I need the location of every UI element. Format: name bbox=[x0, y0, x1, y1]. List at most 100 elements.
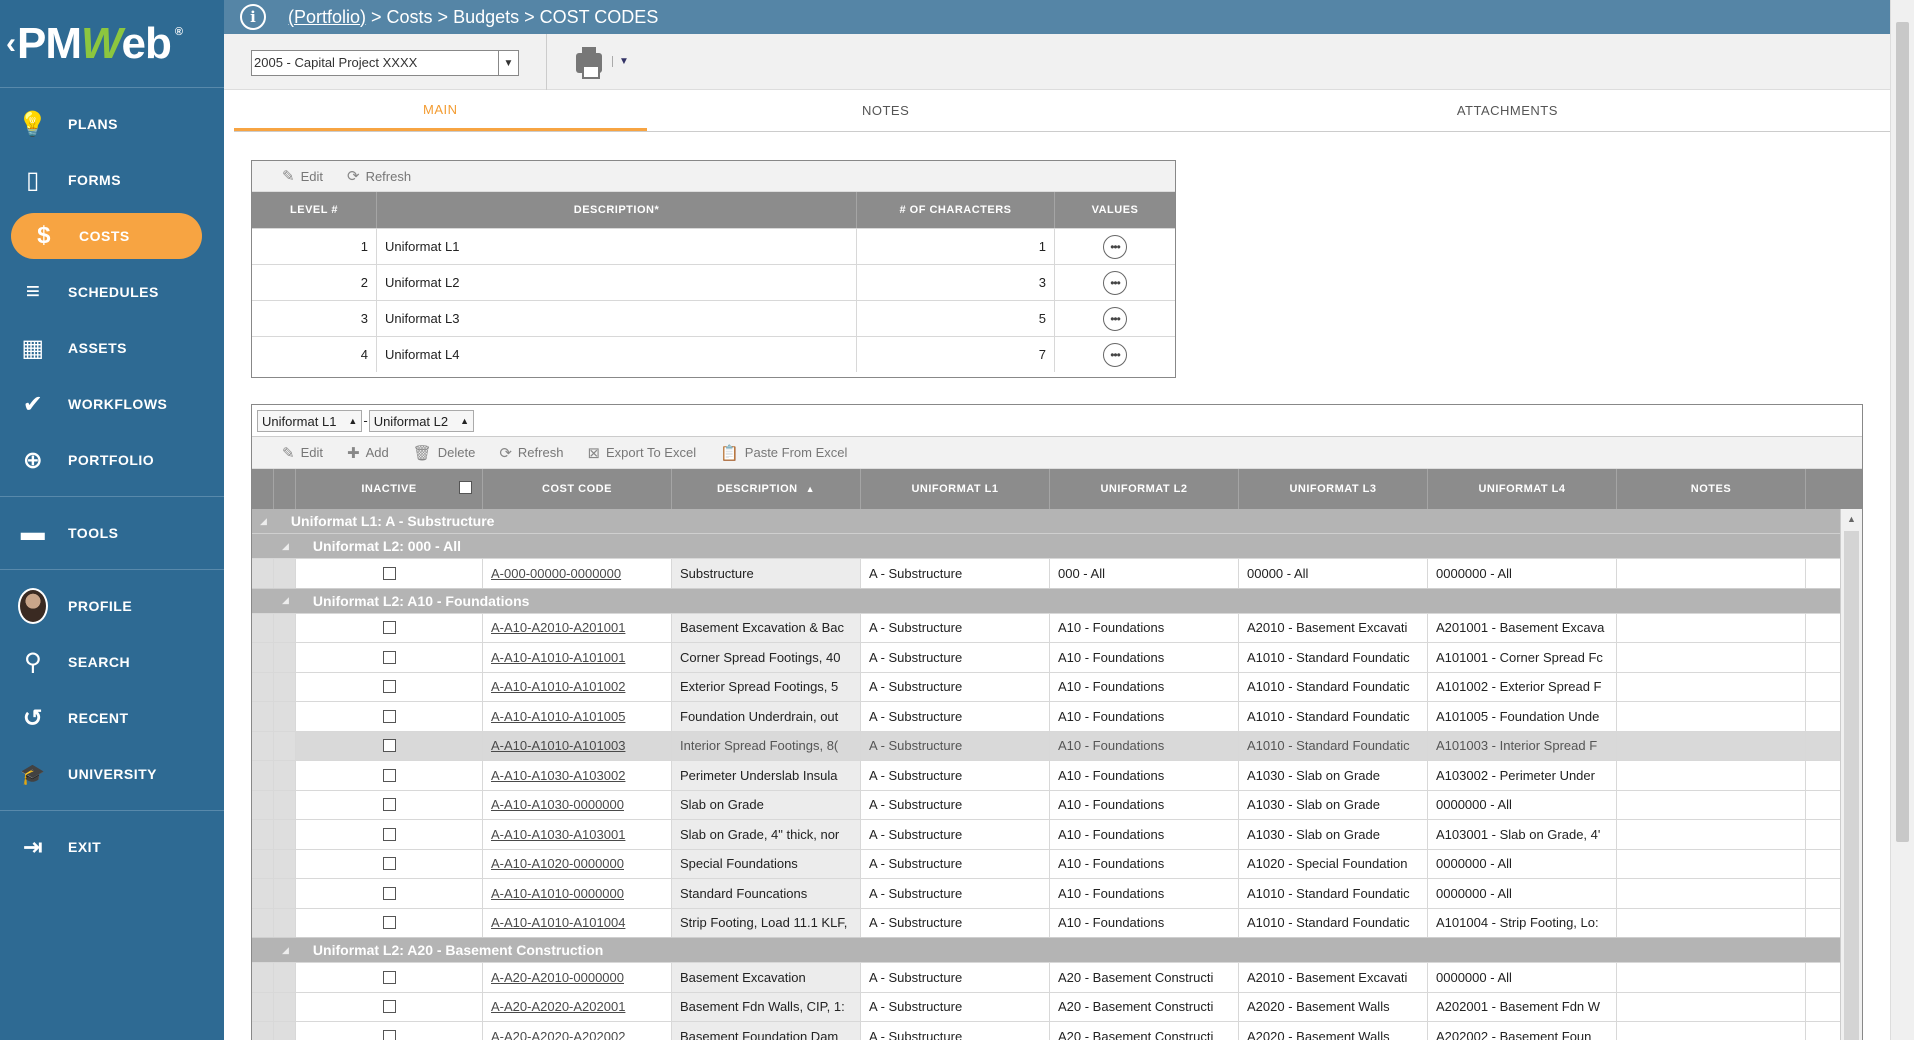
uniformat-l1-cell[interactable]: A - Substructure bbox=[861, 613, 1050, 642]
uniformat-l2-cell[interactable]: A20 - Basement Constructi bbox=[1050, 963, 1239, 992]
sidebar-item-forms[interactable]: ▯ FORMS bbox=[0, 152, 224, 208]
uniformat-l1-cell[interactable]: A - Substructure bbox=[861, 672, 1050, 701]
uniformat-l1-cell[interactable]: A - Substructure bbox=[861, 702, 1050, 731]
uniformat-l4-cell[interactable]: 0000000 - All bbox=[1428, 559, 1617, 588]
print-menu-caret-icon[interactable]: ▼ bbox=[612, 56, 629, 67]
inactive-checkbox[interactable] bbox=[382, 916, 396, 930]
uniformat-l3-cell[interactable]: A1030 - Slab on Grade bbox=[1239, 820, 1428, 849]
uniformat-l3-cell[interactable]: A2020 - Basement Walls bbox=[1239, 1022, 1428, 1040]
level-row[interactable]: 1 Uniformat L1 1 ••• bbox=[252, 228, 1175, 264]
uniformat-l2-cell[interactable]: 000 - All bbox=[1050, 559, 1239, 588]
inactive-checkbox[interactable] bbox=[382, 566, 396, 580]
uniformat-l4-cell[interactable]: A201001 - Basement Excava bbox=[1428, 613, 1617, 642]
notes-cell[interactable] bbox=[1617, 559, 1806, 588]
tab-attachments[interactable]: ATTACHMENTS bbox=[1125, 90, 1890, 131]
col-cost-code[interactable]: COST CODE bbox=[483, 469, 672, 509]
notes-cell[interactable] bbox=[1617, 820, 1806, 849]
description-cell[interactable]: Perimeter Underslab Insula bbox=[672, 761, 861, 790]
uniformat-l1-cell[interactable]: A - Substructure bbox=[861, 992, 1050, 1021]
uniformat-l1-cell[interactable]: A - Substructure bbox=[861, 849, 1050, 878]
notes-cell[interactable] bbox=[1617, 992, 1806, 1021]
notes-cell[interactable] bbox=[1617, 908, 1806, 937]
sidebar-item-schedules[interactable]: ≡ SCHEDULES bbox=[0, 264, 224, 320]
level-characters[interactable]: 7 bbox=[857, 337, 1055, 372]
inactive-checkbox[interactable] bbox=[382, 739, 396, 753]
sidebar-item-recent[interactable]: ↺ RECENT bbox=[0, 690, 224, 746]
description-cell[interactable]: Foundation Underdrain, out bbox=[672, 702, 861, 731]
sidebar-item-costs[interactable]: $ COSTS bbox=[11, 213, 202, 259]
uniformat-l4-cell[interactable]: A202002 - Basement Foun bbox=[1428, 1022, 1617, 1040]
cost-code-link[interactable]: A-A10-A1030-0000000 bbox=[491, 797, 624, 812]
inactive-checkbox[interactable] bbox=[382, 621, 396, 635]
uniformat-l4-cell[interactable]: A101005 - Foundation Unde bbox=[1428, 702, 1617, 731]
inactive-checkbox[interactable] bbox=[382, 1029, 396, 1040]
level-description[interactable]: Uniformat L1 bbox=[377, 229, 857, 264]
tab-notes[interactable]: NOTES bbox=[647, 90, 1125, 131]
uniformat-l3-cell[interactable]: A1020 - Special Foundation bbox=[1239, 849, 1428, 878]
uniformat-l4-cell[interactable]: A101001 - Corner Spread Fc bbox=[1428, 643, 1617, 672]
uniformat-l3-cell[interactable]: A1030 - Slab on Grade bbox=[1239, 790, 1428, 819]
level-description[interactable]: Uniformat L4 bbox=[377, 337, 857, 372]
description-cell[interactable]: Basement Foundation Dam bbox=[672, 1022, 861, 1040]
table-row[interactable]: A-A20-A2020-A202001 Basement Fdn Walls, C… bbox=[252, 991, 1840, 1021]
page-scrollbar[interactable] bbox=[1890, 0, 1914, 1040]
inactive-checkbox[interactable] bbox=[382, 768, 396, 782]
table-row[interactable]: A-A10-A1020-0000000 Special Foundations A … bbox=[252, 848, 1840, 878]
cost-code-link[interactable]: A-000-00000-0000000 bbox=[491, 566, 621, 581]
uniformat-l3-cell[interactable]: A2020 - Basement Walls bbox=[1239, 992, 1428, 1021]
table-row[interactable]: A-000-00000-0000000 Substructure A - Subst… bbox=[252, 558, 1840, 588]
scroll-up-icon[interactable]: ▲ bbox=[1841, 509, 1862, 529]
description-cell[interactable]: Special Foundations bbox=[672, 849, 861, 878]
cost-code-link[interactable]: A-A10-A1010-A101003 bbox=[491, 738, 625, 753]
notes-cell[interactable] bbox=[1617, 613, 1806, 642]
delete-button[interactable]: 🗑 Delete bbox=[413, 444, 476, 462]
table-row[interactable]: A-A20-A2010-0000000 Basement Excavation A … bbox=[252, 962, 1840, 992]
description-cell[interactable]: Exterior Spread Footings, 5 bbox=[672, 672, 861, 701]
dropdown-arrow-icon[interactable]: ▼ bbox=[498, 51, 518, 75]
uniformat-l1-cell[interactable]: A - Substructure bbox=[861, 790, 1050, 819]
col-description[interactable]: DESCRIPTION ▲ bbox=[672, 469, 861, 509]
cost-code-link[interactable]: A-A10-A1010-0000000 bbox=[491, 886, 624, 901]
notes-cell[interactable] bbox=[1617, 731, 1806, 760]
table-row[interactable]: A-A20-A2020-A202002 Basement Foundation D… bbox=[252, 1021, 1840, 1040]
uniformat-l4-cell[interactable]: 0000000 - All bbox=[1428, 790, 1617, 819]
collapse-icon[interactable]: ◢ bbox=[282, 945, 289, 956]
description-cell[interactable]: Substructure bbox=[672, 559, 861, 588]
export-excel-button[interactable]: ⊠ Export To Excel bbox=[587, 444, 696, 462]
table-row[interactable]: A-A10-A1010-A101005 Foundation Underdrain… bbox=[252, 701, 1840, 731]
description-cell[interactable]: Slab on Grade, 4" thick, nor bbox=[672, 820, 861, 849]
sidebar-item-search[interactable]: ⚲ SEARCH bbox=[0, 634, 224, 690]
inactive-checkbox[interactable] bbox=[382, 798, 396, 812]
collapse-icon[interactable]: ◢ bbox=[282, 541, 289, 552]
grid-scrollbar[interactable]: ▲ bbox=[1840, 509, 1862, 1040]
cost-code-link[interactable]: A-A10-A1030-A103002 bbox=[491, 768, 625, 783]
col-values[interactable]: VALUES bbox=[1055, 192, 1175, 228]
project-select[interactable]: 2005 - Capital Project XXXX ▼ bbox=[251, 50, 519, 76]
uniformat-l2-cell[interactable]: A10 - Foundations bbox=[1050, 731, 1239, 760]
uniformat-l1-cell[interactable]: A - Substructure bbox=[861, 559, 1050, 588]
level-row[interactable]: 4 Uniformat L4 7 ••• bbox=[252, 336, 1175, 372]
table-row[interactable]: A-A10-A1030-A103002 Perimeter Underslab I… bbox=[252, 760, 1840, 790]
table-row[interactable]: A-A10-A1030-A103001 Slab on Grade, 4" thi… bbox=[252, 819, 1840, 849]
uniformat-l4-cell[interactable]: A101003 - Interior Spread F bbox=[1428, 731, 1617, 760]
uniformat-l3-cell[interactable]: A2010 - Basement Excavati bbox=[1239, 963, 1428, 992]
sidebar-item-profile[interactable]: PROFILE bbox=[0, 578, 224, 634]
more-options-icon[interactable]: ••• bbox=[1103, 306, 1127, 331]
group-header-l2[interactable]: ◢ Uniformat L2: A20 - Basement Constructi… bbox=[252, 937, 1840, 962]
uniformat-l1-cell[interactable]: A - Substructure bbox=[861, 731, 1050, 760]
uniformat-l1-cell[interactable]: A - Substructure bbox=[861, 820, 1050, 849]
uniformat-l3-cell[interactable]: A1010 - Standard Foundatic bbox=[1239, 672, 1428, 701]
inactive-checkbox[interactable] bbox=[382, 650, 396, 664]
cost-code-link[interactable]: A-A10-A1030-A103001 bbox=[491, 827, 625, 842]
cost-code-link[interactable]: A-A10-A1010-A101001 bbox=[491, 650, 625, 665]
uniformat-l2-cell[interactable]: A20 - Basement Constructi bbox=[1050, 1022, 1239, 1040]
description-cell[interactable]: Standard Founcations bbox=[672, 879, 861, 908]
edit-button[interactable]: ✎ Edit bbox=[282, 444, 323, 462]
description-cell[interactable]: Interior Spread Footings, 8( bbox=[672, 731, 861, 760]
uniformat-l2-cell[interactable]: A10 - Foundations bbox=[1050, 790, 1239, 819]
uniformat-l2-cell[interactable]: A10 - Foundations bbox=[1050, 879, 1239, 908]
level-description[interactable]: Uniformat L3 bbox=[377, 301, 857, 336]
scrollbar-thumb[interactable] bbox=[1896, 22, 1909, 842]
sidebar-item-university[interactable]: 🎓 UNIVERSITY bbox=[0, 746, 224, 802]
uniformat-l1-cell[interactable]: A - Substructure bbox=[861, 643, 1050, 672]
